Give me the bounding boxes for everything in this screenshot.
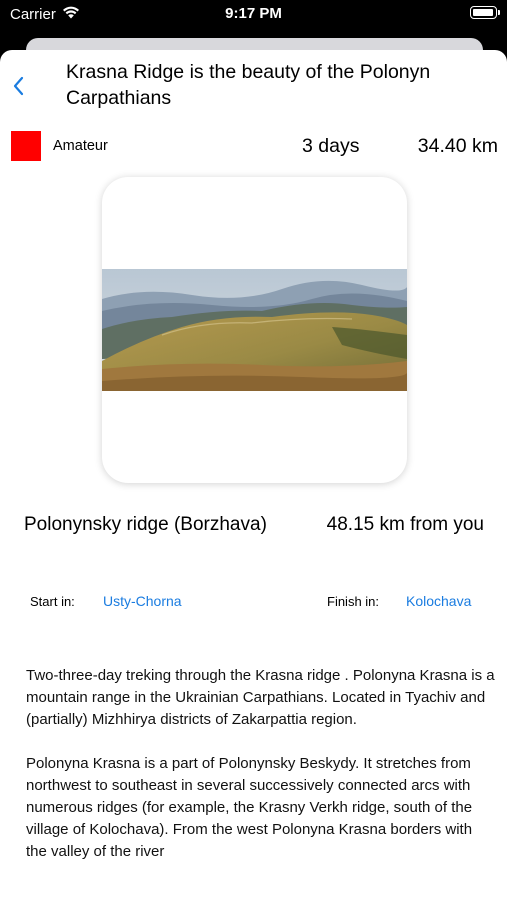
route-duration: 3 days: [302, 135, 360, 157]
status-bar: Carrier 9:17 PM: [0, 0, 507, 30]
description-paragraph: Polonyna Krasna is a part of Polonynsky …: [26, 755, 473, 860]
chevron-left-icon: [13, 76, 24, 96]
mountain-ridge-photo: [102, 269, 407, 391]
back-button[interactable]: [6, 72, 30, 100]
finish-location-link[interactable]: Kolochava: [406, 593, 471, 609]
region-name: Polonynsky ridge (Borzhava): [24, 514, 267, 535]
route-photo-card[interactable]: [102, 177, 407, 483]
clock: 9:17 PM: [225, 5, 282, 22]
route-distance: 34.40 km: [417, 135, 498, 157]
description-paragraph: Two-three-day treking through the Krasna…: [26, 667, 495, 728]
finish-label: Finish in:: [327, 594, 380, 609]
level-color-badge: [11, 131, 41, 161]
route-detail-sheet[interactable]: Krasna Ridge is the beauty of the Polony…: [0, 50, 507, 900]
route-description: Two-three-day treking through the Krasna…: [26, 665, 496, 885]
distance-from-user: 48.15 km from you: [326, 514, 484, 535]
page-title: Krasna Ridge is the beauty of the Polony…: [66, 61, 431, 109]
battery-icon: [470, 6, 500, 19]
start-label: Start in:: [30, 594, 75, 609]
difficulty-level: Amateur: [53, 138, 108, 154]
start-location-link[interactable]: Usty-Chorna: [103, 593, 182, 609]
